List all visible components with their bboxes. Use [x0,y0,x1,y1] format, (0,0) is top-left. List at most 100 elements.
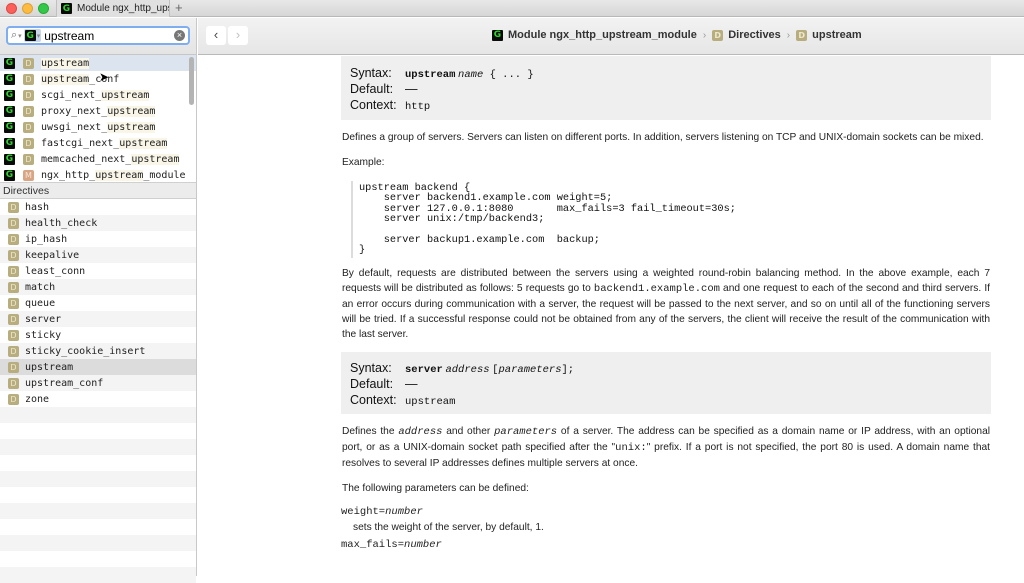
search-result-label: memcached_next_upstream [41,153,180,165]
directive-icon: D [23,89,34,101]
docset-icon: G [4,153,15,165]
directive-icon: D [8,265,19,277]
search-result-label: upstream [41,57,90,69]
zoom-window-button[interactable] [38,3,49,14]
directive-label: upstream_conf [25,377,104,389]
directive-icon: D [8,393,19,405]
directives-list: Dhash Dhealth_check Dip_hash Dkeepalive Dlea… [0,199,196,583]
tab-module-upstream[interactable]: G Module ngx_http_upstream_module [56,0,170,17]
search-result-item[interactable]: G Mngx_http_upstream_module [0,167,196,182]
directive-label: health_check [25,217,98,229]
param-max-fails: max_fails=number [341,538,442,551]
empty-list-row [0,487,196,503]
breadcrumb-module[interactable]: Module ngx_http_upstream_module [508,29,697,41]
mouse-pointer-icon: ➤ [99,70,110,84]
upstream-context: http [405,101,431,113]
breadcrumb-separator: › [702,29,707,41]
search-result-item[interactable]: G Dfastcgi_next_upstream [0,135,196,151]
search-result-label: fastcgi_next_upstream [41,137,168,149]
syntax-label: Syntax: [350,360,392,375]
directive-icon: D [23,57,34,69]
docset-icon: G [4,169,15,181]
search-result-item[interactable]: G Dmemcached_next_upstream [0,151,196,167]
breadcrumb: G Module ngx_http_upstream_module › D Di… [492,29,862,41]
docset-icon: G [492,29,503,41]
upstream-syntax: upstream name { ... } [405,69,534,81]
search-result-label: proxy_next_upstream [41,105,156,117]
empty-list-row [0,519,196,535]
docset-scope-selector[interactable]: G ▾ [23,29,42,42]
directive-item[interactable]: Dip_hash [0,231,196,247]
empty-list-row [0,535,196,551]
directive-label: zone [25,393,50,405]
documentation-content: Syntax: upstream name { ... } Default: —… [198,56,1024,576]
docset-icon: G [4,73,15,85]
directive-item[interactable]: Dupstream [0,359,196,375]
directive-item[interactable]: Dserver [0,311,196,327]
directive-icon: D [8,233,19,245]
empty-list-row [0,503,196,519]
directive-item[interactable]: Dkeepalive [0,247,196,263]
directive-item[interactable]: Dqueue [0,295,196,311]
directive-icon: D [796,29,808,41]
directive-icon: D [8,297,19,309]
search-field[interactable]: ⌕ ▾ G ▾ × [6,26,190,45]
upstream-balancing-paragraph: By default, requests are distributed bet… [342,267,991,340]
search-input[interactable] [44,28,163,43]
directive-label: queue [25,297,56,309]
search-result-item[interactable]: G Duwsgi_next_upstream [0,119,196,135]
upstream-example-code: upstream backend { server backend1.examp… [351,181,991,258]
close-window-button[interactable] [6,3,17,14]
default-label: Default: [350,376,394,391]
search-result-item[interactable]: G Dscgi_next_upstream [0,87,196,103]
forward-button[interactable]: › [228,26,248,45]
server-default: — [405,376,418,391]
directive-item[interactable]: Dzone [0,391,196,407]
directive-item[interactable]: Dleast_conn [0,263,196,279]
docset-icon: G [4,137,15,149]
directive-label: match [25,281,56,293]
search-options-chevron-icon[interactable]: ▾ [18,32,22,40]
directive-item[interactable]: Dmatch [0,279,196,295]
directive-icon: D [712,29,724,41]
directive-label: keepalive [25,249,80,261]
clear-search-icon[interactable]: × [174,30,185,41]
directive-item[interactable]: Dupstream_conf [0,375,196,391]
directive-item[interactable]: Dsticky [0,327,196,343]
directive-item[interactable]: Dhealth_check [0,215,196,231]
search-result-label: ngx_http_upstream_module [41,169,186,181]
tab-title: Module ngx_http_upstream_module [77,3,170,14]
directive-label: sticky_cookie_insert [25,345,146,357]
window-titlebar: G Module ngx_http_upstream_module + [0,0,1024,17]
directive-label: server [25,313,62,325]
directive-label: ip_hash [25,233,68,245]
content-toolbar: ‹ › G Module ngx_http_upstream_module › … [198,18,1024,55]
search-result-item[interactable]: G Dupstream [0,55,196,71]
directive-icon: D [23,137,34,149]
context-label: Context: [350,98,397,112]
chevron-down-icon: ▾ [36,32,41,40]
empty-list-row [0,423,196,439]
server-syntax-box: Syntax: server address [parameters]; Def… [341,351,991,414]
search-icon[interactable]: ⌕ [11,29,17,42]
search-results-list: G Dupstream G Dupstream_conf G Dscgi_next_ups… [0,55,196,183]
search-result-label: scgi_next_upstream [41,89,150,101]
empty-list-row [0,551,196,567]
search-result-item[interactable]: G Dupstream_conf [0,71,196,87]
search-result-item[interactable]: G Dproxy_next_upstream [0,103,196,119]
docset-icon: G [4,57,15,69]
breadcrumb-directives[interactable]: Directives [728,29,781,41]
new-tab-button[interactable]: + [175,0,183,16]
back-button[interactable]: ‹ [206,26,226,45]
breadcrumb-upstream[interactable]: upstream [812,29,862,41]
directive-item[interactable]: Dsticky_cookie_insert [0,343,196,359]
directive-item[interactable]: Dhash [0,199,196,215]
minimize-window-button[interactable] [22,3,33,14]
param-weight: weight=number sets the weight of the ser… [341,505,544,533]
docset-icon: G [4,121,15,133]
directive-icon: D [8,201,19,213]
results-scrollbar[interactable] [189,57,194,105]
empty-list-row [0,471,196,487]
sidebar: ⌕ ▾ G ▾ × GDupstreamGDupstream_confGDscg… [0,18,197,583]
directive-icon: D [8,345,19,357]
